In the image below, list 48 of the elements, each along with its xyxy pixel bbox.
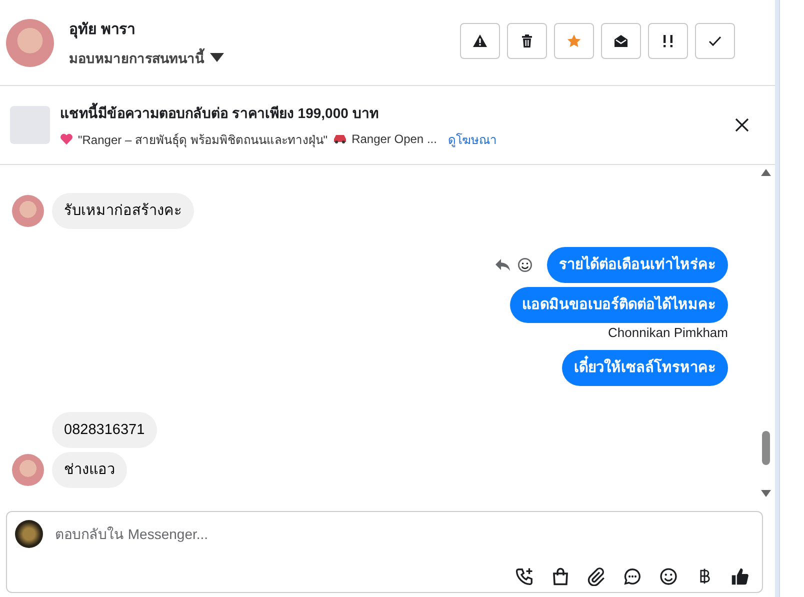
star-icon xyxy=(566,32,582,48)
paperclip-button[interactable] xyxy=(586,566,606,586)
incoming-message: ช่างแอว xyxy=(52,452,127,488)
warning-button[interactable] xyxy=(460,22,500,58)
heart-icon xyxy=(60,133,73,145)
contact-name: อุทัย พารา xyxy=(69,20,136,40)
emoji-icon xyxy=(658,566,678,586)
sender-name: Chonnikan Pimkham xyxy=(608,325,728,340)
outgoing-message: เดี๋ยวให้เซลล์โทรหาคะ xyxy=(562,350,728,386)
thumbs-up-button[interactable] xyxy=(730,566,750,586)
emoji-button[interactable] xyxy=(658,566,678,586)
incoming-message: 0828316371 xyxy=(52,412,157,448)
emoji-icon[interactable] xyxy=(517,257,533,273)
ad-image-placeholder xyxy=(10,106,50,144)
trash-icon xyxy=(519,32,535,48)
thumbs-up-icon xyxy=(730,566,750,586)
reply-icon[interactable] xyxy=(495,258,511,272)
scroll-up-arrow-icon[interactable] xyxy=(761,169,771,176)
shopping-bag-icon xyxy=(550,566,570,586)
incoming-message: รับเหมาก่อสร้างคะ xyxy=(52,193,194,229)
envelope-button[interactable] xyxy=(601,22,641,58)
star-button[interactable] xyxy=(554,22,594,58)
phone-plus-button[interactable] xyxy=(514,566,534,586)
page-avatar xyxy=(15,520,43,548)
ad-product: Ranger Open ... xyxy=(352,132,437,146)
outgoing-message: รายได้ต่อเดือนเท่าไหร่คะ xyxy=(547,247,728,283)
reply-box[interactable]: ตอบกลับใน Messenger... xyxy=(6,511,763,593)
chat-bubble-button[interactable] xyxy=(622,566,642,586)
scrollbar-thumb[interactable] xyxy=(762,431,770,465)
close-icon[interactable] xyxy=(735,118,749,132)
caret-icon xyxy=(210,53,224,62)
assign-dropdown[interactable]: มอบหมายการสนทนานี้ xyxy=(69,46,460,68)
paperclip-icon xyxy=(586,566,606,586)
chat-bubble-icon xyxy=(622,566,642,586)
shopping-bag-button[interactable] xyxy=(550,566,570,586)
ad-quote: "Ranger – สายพันธุ์ดุ พร้อมพิชิตถนนและทางฝุ่น" xyxy=(78,132,328,148)
scroll-down-arrow-icon[interactable] xyxy=(761,490,771,497)
phone-plus-icon xyxy=(514,566,534,586)
warning-icon xyxy=(472,32,488,48)
double-exclamation-button[interactable] xyxy=(648,22,688,58)
outgoing-message: แอดมินขอเบอร์ติดต่อได้ไหมคะ xyxy=(510,287,728,323)
view-ad-link[interactable]: ดูโฆษณา xyxy=(448,130,497,148)
envelope-icon xyxy=(613,32,629,48)
car-icon xyxy=(332,134,347,144)
trash-button[interactable] xyxy=(507,22,547,58)
contact-avatar xyxy=(6,18,54,66)
ad-title: แชทนี้มีข้อความตอบกลับต่อ ราคาเพียง 199,000 บาท xyxy=(60,102,380,122)
checkmark-button[interactable] xyxy=(695,22,735,58)
